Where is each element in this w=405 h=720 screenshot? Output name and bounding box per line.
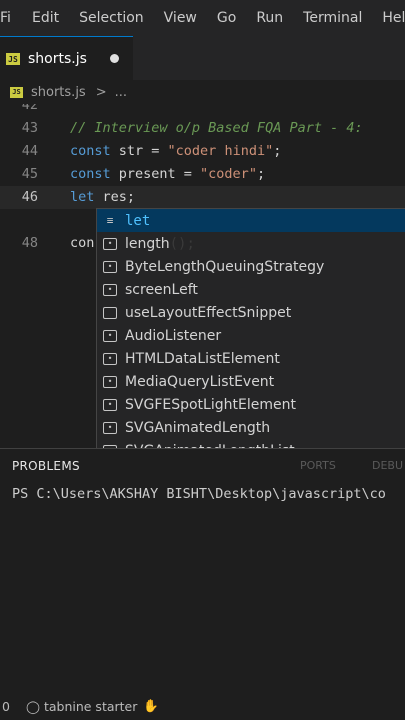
line-number: 48 bbox=[21, 235, 38, 251]
menu-file[interactable]: File bbox=[0, 10, 10, 26]
js-file-icon: JS bbox=[6, 53, 20, 65]
tab-debug[interactable]: DEBU bbox=[372, 459, 403, 472]
tab-bar: JS shorts.js bbox=[0, 36, 405, 81]
property-icon: • bbox=[103, 421, 117, 434]
unsaved-dot-icon[interactable] bbox=[110, 54, 119, 63]
snippet-icon bbox=[103, 306, 117, 319]
menu-help[interactable]: Help bbox=[372, 10, 405, 26]
property-icon: • bbox=[103, 260, 117, 273]
line-number: 42 bbox=[21, 104, 38, 113]
suggestion-item[interactable]: • screenLeft bbox=[97, 278, 405, 301]
suggestion-item[interactable]: • ByteLengthQueuingStrategy bbox=[97, 255, 405, 278]
code-token: const bbox=[70, 143, 111, 159]
suggestion-widget: ≡ let • length (); • ByteLengthQueuingStrategy… bbox=[96, 208, 405, 486]
suggestion-item[interactable]: useLayoutEffectSnippet bbox=[97, 301, 405, 324]
property-icon: • bbox=[103, 329, 117, 342]
menu-go[interactable]: Go bbox=[207, 10, 246, 26]
line-number: 45 bbox=[21, 166, 38, 182]
suggestion-label: AudioListener bbox=[125, 327, 222, 344]
suggestion-item[interactable]: • MediaQueryListEvent bbox=[97, 370, 405, 393]
suggestion-label: let bbox=[125, 212, 151, 229]
code-token: // Interview o/p Based FQA Part - 4: bbox=[70, 120, 363, 136]
breadcrumb: JS shorts.js > ... bbox=[0, 80, 405, 104]
property-icon: • bbox=[103, 352, 117, 365]
panel-header: PROBLEMS PORTS DEBU bbox=[0, 448, 405, 483]
chevron-right-icon: > bbox=[95, 84, 107, 100]
suggestion-label: SVGAnimatedLength bbox=[125, 419, 271, 436]
status-count[interactable]: 0 bbox=[2, 699, 10, 714]
suggestion-label: length bbox=[125, 235, 170, 252]
suggestion-item[interactable]: • length (); bbox=[97, 232, 405, 255]
code-text: let res; bbox=[70, 189, 135, 205]
tabnine-icon[interactable]: ◯ bbox=[26, 699, 40, 714]
code-text: con bbox=[70, 235, 94, 251]
code-token: con bbox=[70, 235, 95, 251]
suggestion-item[interactable]: • HTMLDataListElement bbox=[97, 347, 405, 370]
property-icon: • bbox=[103, 375, 117, 388]
line-number: 43 bbox=[21, 120, 38, 136]
line-number: 46 bbox=[21, 189, 38, 205]
suggestion-label: HTMLDataListElement bbox=[125, 350, 280, 367]
suggestion-item[interactable]: ≡ let bbox=[97, 209, 405, 232]
hand-icon: ✋ bbox=[143, 698, 159, 713]
code-token: "coder" bbox=[200, 166, 257, 182]
code-line[interactable]: 42 bbox=[0, 104, 405, 117]
code-token: let bbox=[70, 189, 95, 205]
property-icon: • bbox=[103, 398, 117, 411]
property-icon: • bbox=[103, 283, 117, 296]
suggestion-item[interactable]: • SVGAnimatedLength bbox=[97, 416, 405, 439]
code-text: const present = "coder"; bbox=[70, 166, 265, 182]
menu-edit[interactable]: Edit bbox=[10, 10, 69, 26]
code-token: const bbox=[70, 166, 111, 182]
menu-terminal[interactable]: Terminal bbox=[293, 10, 372, 26]
menu-bar: File Edit Selection View Go Run Terminal… bbox=[0, 0, 405, 36]
code-token: res; bbox=[94, 189, 136, 205]
suggestion-label: MediaQueryListEvent bbox=[125, 373, 275, 390]
tab-ports[interactable]: PORTS bbox=[300, 459, 336, 472]
status-extension[interactable]: tabnine starter bbox=[44, 699, 137, 714]
menu-run[interactable]: Run bbox=[246, 10, 293, 26]
status-bar: 0 ◯ tabnine starter ✋ bbox=[0, 692, 405, 720]
suggestion-label: useLayoutEffectSnippet bbox=[125, 304, 292, 321]
code-line[interactable]: 43 // Interview o/p Based FQA Part - 4: bbox=[0, 117, 405, 140]
tab-label: shorts.js bbox=[28, 51, 87, 67]
suggestion-label: SVGFESpotLightElement bbox=[125, 396, 296, 413]
code-line[interactable]: 46 let res; bbox=[0, 186, 405, 209]
breadcrumb-more[interactable]: ... bbox=[115, 85, 127, 100]
menu-selection[interactable]: Selection bbox=[69, 10, 154, 26]
tab-problems[interactable]: PROBLEMS bbox=[12, 459, 80, 473]
code-token: ; bbox=[256, 166, 266, 182]
code-text: // Interview o/p Based FQA Part - 4: bbox=[70, 120, 363, 136]
code-line[interactable]: 44 const str = "coder hindi"; bbox=[0, 140, 405, 163]
code-token: ; bbox=[273, 143, 282, 159]
suggestion-item[interactable]: • AudioListener bbox=[97, 324, 405, 347]
suggestion-item[interactable]: • SVGFESpotLightElement bbox=[97, 393, 405, 416]
menu-view[interactable]: View bbox=[154, 10, 207, 26]
terminal-prompt: PS C:\Users\AKSHAY BISHT\Desktop\javascr… bbox=[12, 486, 386, 502]
suggestion-label: screenLeft bbox=[125, 281, 198, 298]
breadcrumb-file[interactable]: shorts.js bbox=[31, 85, 86, 100]
terminal[interactable]: PS C:\Users\AKSHAY BISHT\Desktop\javascr… bbox=[0, 482, 405, 692]
line-number: 44 bbox=[21, 143, 38, 159]
code-token: "coder hindi" bbox=[167, 143, 274, 159]
property-icon: • bbox=[103, 237, 117, 250]
ghost-text: (); bbox=[169, 235, 195, 252]
code-token: str = bbox=[110, 143, 168, 159]
code-line[interactable]: 45 const present = "coder"; bbox=[0, 163, 405, 186]
suggestion-label: ByteLengthQueuingStrategy bbox=[125, 258, 325, 275]
js-file-icon: JS bbox=[10, 86, 23, 98]
code-token: present = bbox=[110, 166, 201, 182]
editor-tab-shorts[interactable]: JS shorts.js bbox=[0, 36, 133, 81]
keyword-icon: ≡ bbox=[106, 214, 114, 227]
code-text: const str = "coder hindi"; bbox=[70, 143, 281, 159]
